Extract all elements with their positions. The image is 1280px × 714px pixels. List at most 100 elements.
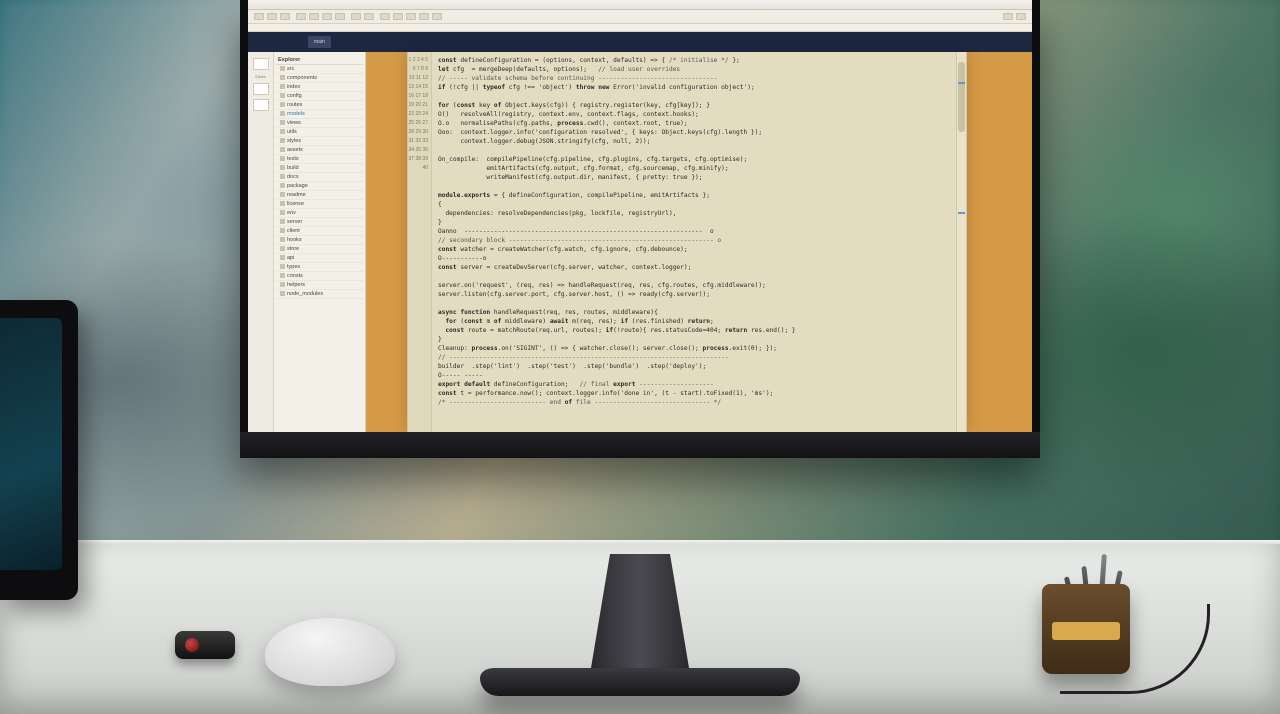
vertical-scrollbar[interactable]	[956, 52, 966, 432]
file-tree-item[interactable]: routes	[276, 101, 363, 110]
file-tree-item[interactable]: tests	[276, 155, 363, 164]
code-line[interactable]: for (const m of middleware) await m(req,…	[438, 317, 950, 326]
code-line[interactable]: // ----- validate schema before continui…	[438, 74, 950, 83]
file-tree-item[interactable]: views	[276, 119, 363, 128]
code-line[interactable]: emitArtifacts(cfg.output, cfg.format, cf…	[438, 164, 950, 173]
toolbar-button[interactable]	[280, 13, 290, 20]
code-line[interactable]: if (!cfg || typeof cfg !== 'object') thr…	[438, 83, 950, 92]
scrollbar-thumb[interactable]	[958, 62, 965, 132]
scroll-marker[interactable]	[958, 82, 965, 84]
file-tree-item[interactable]: src	[276, 65, 363, 74]
file-icon	[280, 102, 285, 107]
toolbar-button[interactable]	[364, 13, 374, 20]
code-line[interactable]: let cfg = mergeDeep(defaults, options); …	[438, 65, 950, 74]
code-line[interactable]: Ooo: context.logger.info('configuration …	[438, 128, 950, 137]
code-line[interactable]: O.o normalisePaths(cfg.paths, process.cw…	[438, 119, 950, 128]
file-tree-item[interactable]: build	[276, 164, 363, 173]
file-tree-item[interactable]: env	[276, 209, 363, 218]
toolbar-button[interactable]	[335, 13, 345, 20]
code-line[interactable]: // secondary block ---------------------…	[438, 236, 950, 245]
thumbnail[interactable]	[253, 83, 269, 95]
file-tree[interactable]: Explorer srccomponentsindexconfigroutesm…	[274, 52, 366, 432]
scroll-marker[interactable]	[958, 212, 965, 214]
toolbar-button[interactable]	[267, 13, 277, 20]
file-icon	[280, 246, 285, 251]
code-line[interactable]: writeManifest(cfg.output.dir, manifest, …	[438, 173, 950, 182]
code-line[interactable]: const defineConfiguration = (options, co…	[438, 56, 950, 65]
file-tree-item[interactable]: index	[276, 83, 363, 92]
code-line[interactable]: export default defineConfiguration; // f…	[438, 380, 950, 389]
file-tree-item[interactable]: utils	[276, 128, 363, 137]
file-tree-item[interactable]: node_modules	[276, 290, 363, 299]
file-tree-item[interactable]: readme	[276, 191, 363, 200]
code-line[interactable]: {	[438, 200, 950, 209]
code-line[interactable]: O----- -----	[438, 371, 950, 380]
code-content[interactable]: const defineConfiguration = (options, co…	[432, 52, 956, 432]
file-tree-item[interactable]: hooks	[276, 236, 363, 245]
toolbar-button[interactable]	[254, 13, 264, 20]
line-number-gutter[interactable]: 1 2 3 4 5 6 7 8 9 10 11 12 13 14 15 16 1…	[408, 52, 432, 432]
code-line[interactable]: module.exports = { defineConfiguration, …	[438, 191, 950, 200]
code-line[interactable]: server.listen(cfg.server.port, cfg.serve…	[438, 290, 950, 299]
file-tree-item[interactable]: package	[276, 182, 363, 191]
code-line[interactable]: }	[438, 335, 950, 344]
code-line[interactable]: On_compile: compilePipeline(cfg.pipeline…	[438, 155, 950, 164]
code-line[interactable]	[438, 182, 950, 191]
code-line[interactable]	[438, 299, 950, 308]
code-line[interactable]: builder .step('lint') .step('test') .ste…	[438, 362, 950, 371]
thumbnail-rail[interactable]: Slides	[248, 52, 274, 432]
code-line[interactable]: dependencies: resolveDependencies(pkg, l…	[438, 209, 950, 218]
toolbar-button[interactable]	[406, 13, 416, 20]
code-line[interactable]: // -------------------------------------…	[438, 353, 950, 362]
file-tree-item[interactable]: models	[276, 110, 363, 119]
file-tree-item[interactable]: docs	[276, 173, 363, 182]
toolbar-button[interactable]	[419, 13, 429, 20]
file-tree-item[interactable]: license	[276, 200, 363, 209]
code-line[interactable]: /* -------------------------- end of fil…	[438, 398, 950, 407]
toolbar-button[interactable]	[322, 13, 332, 20]
code-line[interactable]: }	[438, 218, 950, 227]
code-line[interactable]	[438, 92, 950, 101]
toolbar-button[interactable]	[351, 13, 361, 20]
code-line[interactable]: Oanno ----------------------------------…	[438, 227, 950, 236]
file-tree-item[interactable]: assets	[276, 146, 363, 155]
toolbar-button[interactable]	[393, 13, 403, 20]
editor-tab[interactable]: main	[308, 36, 331, 48]
code-line[interactable]: O() resolveAll(registry, context.env, co…	[438, 110, 950, 119]
code-line[interactable]	[438, 146, 950, 155]
code-line[interactable]: server.on('request', (req, res) => handl…	[438, 281, 950, 290]
thumbnail[interactable]	[253, 58, 269, 70]
file-tree-item-label: build	[287, 165, 299, 171]
file-tree-item[interactable]: client	[276, 227, 363, 236]
code-line[interactable]: const t = performance.now(); context.log…	[438, 389, 950, 398]
file-tree-item[interactable]: components	[276, 74, 363, 83]
toolbar-button[interactable]	[380, 13, 390, 20]
window-titlebar[interactable]	[248, 0, 1032, 10]
code-line[interactable]	[438, 407, 950, 416]
code-line[interactable]: for (const key of Object.keys(cfg)) { re…	[438, 101, 950, 110]
code-line[interactable]: O-----------o	[438, 254, 950, 263]
file-tree-item[interactable]: helpers	[276, 281, 363, 290]
code-line[interactable]	[438, 272, 950, 281]
toolbar-button[interactable]	[1016, 13, 1026, 20]
toolbar-button[interactable]	[309, 13, 319, 20]
code-editor[interactable]: 1 2 3 4 5 6 7 8 9 10 11 12 13 14 15 16 1…	[407, 52, 967, 432]
code-line[interactable]: const server = createDevServer(cfg.serve…	[438, 263, 950, 272]
file-tree-item[interactable]: types	[276, 263, 363, 272]
toolbar-button[interactable]	[432, 13, 442, 20]
thumbnail[interactable]	[253, 99, 269, 111]
file-tree-item[interactable]: api	[276, 254, 363, 263]
file-tree-item[interactable]: server	[276, 218, 363, 227]
file-tree-item[interactable]: styles	[276, 137, 363, 146]
ruler[interactable]	[248, 24, 1032, 32]
code-line[interactable]: const route = matchRoute(req.url, routes…	[438, 326, 950, 335]
code-line[interactable]: async function handleRequest(req, res, r…	[438, 308, 950, 317]
code-line[interactable]: const watcher = createWatcher(cfg.watch,…	[438, 245, 950, 254]
toolbar-button[interactable]	[1003, 13, 1013, 20]
toolbar-button[interactable]	[296, 13, 306, 20]
file-tree-item[interactable]: consts	[276, 272, 363, 281]
file-tree-item[interactable]: config	[276, 92, 363, 101]
code-line[interactable]: context.logger.debug(JSON.stringify(cfg,…	[438, 137, 950, 146]
code-line[interactable]: Cleanup: process.on('SIGINT', () => { wa…	[438, 344, 950, 353]
file-tree-item[interactable]: store	[276, 245, 363, 254]
